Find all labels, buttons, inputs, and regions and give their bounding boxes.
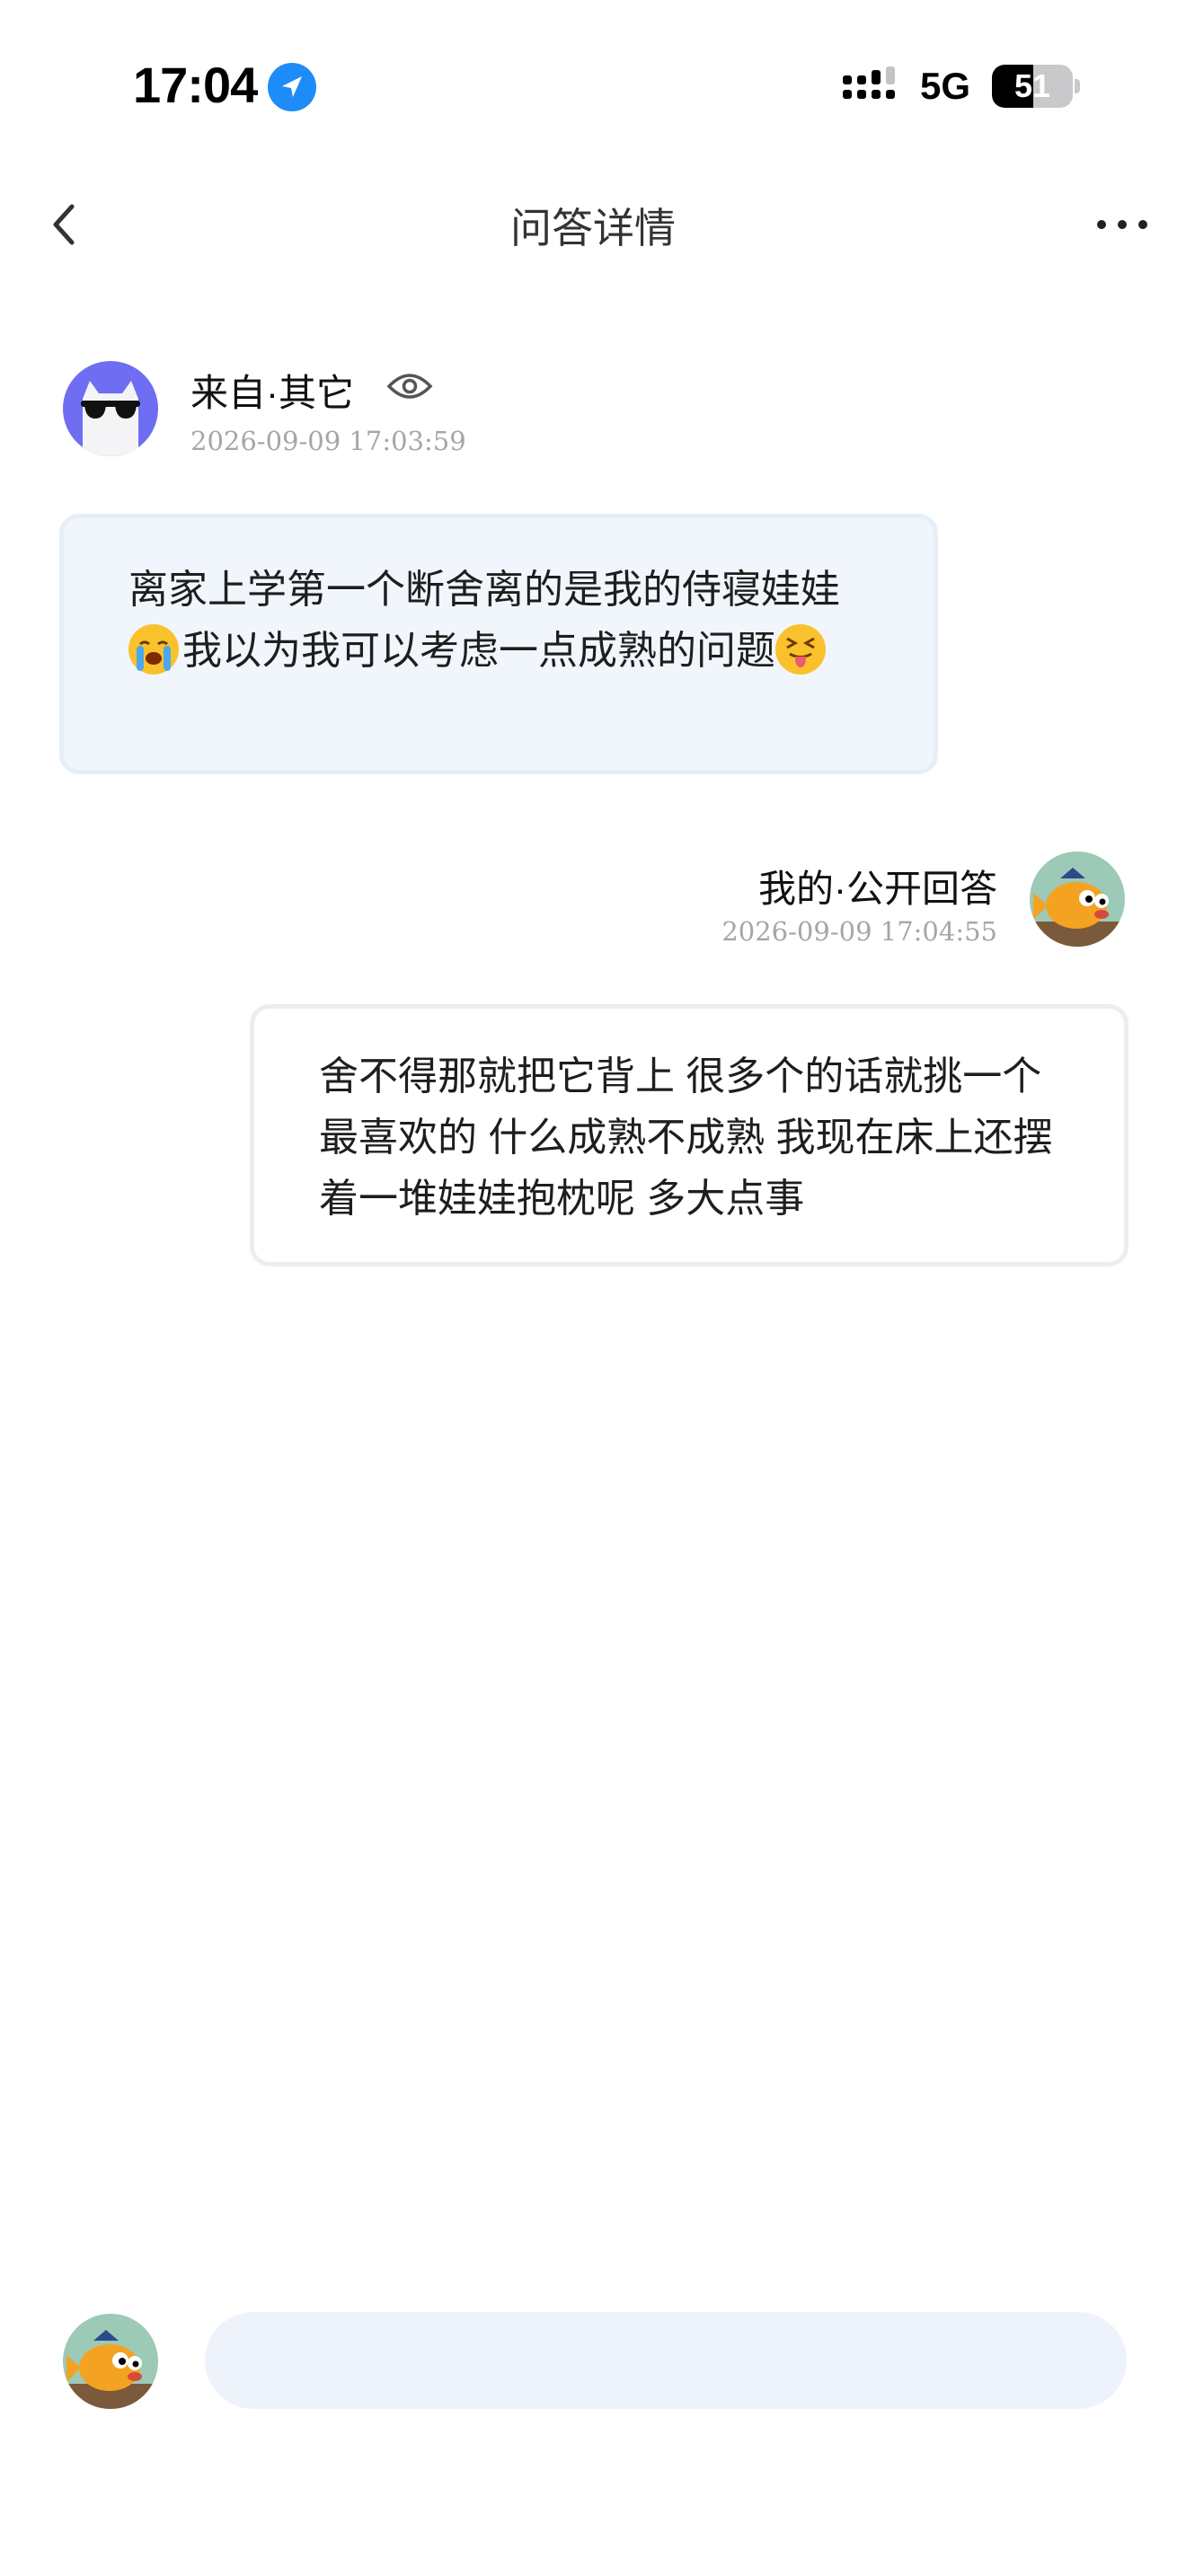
question-text-part1: 离家上学第一个断舍离的是我的侍寝娃娃 xyxy=(128,568,840,612)
battery-indicator: 51 xyxy=(992,65,1073,108)
reply-input[interactable] xyxy=(205,2312,1127,2409)
question-timestamp: 2026-09-09 17:03:59 xyxy=(190,426,466,456)
answerer-avatar[interactable] xyxy=(1030,851,1125,947)
location-arrow-icon xyxy=(268,63,316,111)
crying-face-icon xyxy=(128,624,179,675)
cartoon-fish-icon xyxy=(1030,868,1125,947)
status-time: 17:04 xyxy=(133,57,258,113)
question-text-part2: 我以为我可以考虑一点成熟的问题 xyxy=(182,629,775,673)
answer-bubble: 舍不得那就把它背上 很多个的话就挑一个最喜欢的 什么成熟不成熟 我现在床上还摆着… xyxy=(250,1004,1128,1266)
eye-icon[interactable] xyxy=(386,366,433,406)
asker-avatar[interactable] xyxy=(63,361,158,456)
question-text: 离家上学第一个断舍离的是我的侍寝娃娃我以为我可以考虑一点成熟的问题 xyxy=(128,560,871,682)
page-title: 问答详情 xyxy=(510,205,676,251)
asker-label: 来自·其它 xyxy=(190,372,354,414)
battery-percentage: 51 xyxy=(1013,67,1051,104)
cat-with-sunglasses-icon xyxy=(81,381,140,456)
more-horizontal-icon xyxy=(1097,220,1147,229)
more-options-button[interactable] xyxy=(1091,207,1154,243)
cartoon-fish-icon xyxy=(63,2330,158,2409)
tongue-out-face-icon xyxy=(775,624,826,675)
answer-text: 舍不得那就把它背上 很多个的话就挑一个最喜欢的 什么成熟不成熟 我现在床上还摆着… xyxy=(319,1054,1053,1221)
battery-tip xyxy=(1075,79,1080,93)
question-bubble: 离家上学第一个断舍离的是我的侍寝娃娃我以为我可以考虑一点成熟的问题 xyxy=(59,514,938,774)
my-avatar[interactable] xyxy=(63,2314,158,2409)
answer-timestamp: 2026-09-09 17:04:55 xyxy=(721,916,997,947)
answerer-label: 我的·公开回答 xyxy=(758,868,997,910)
network-type-label: 5G xyxy=(920,65,971,107)
cellular-signal-icon xyxy=(841,66,904,108)
